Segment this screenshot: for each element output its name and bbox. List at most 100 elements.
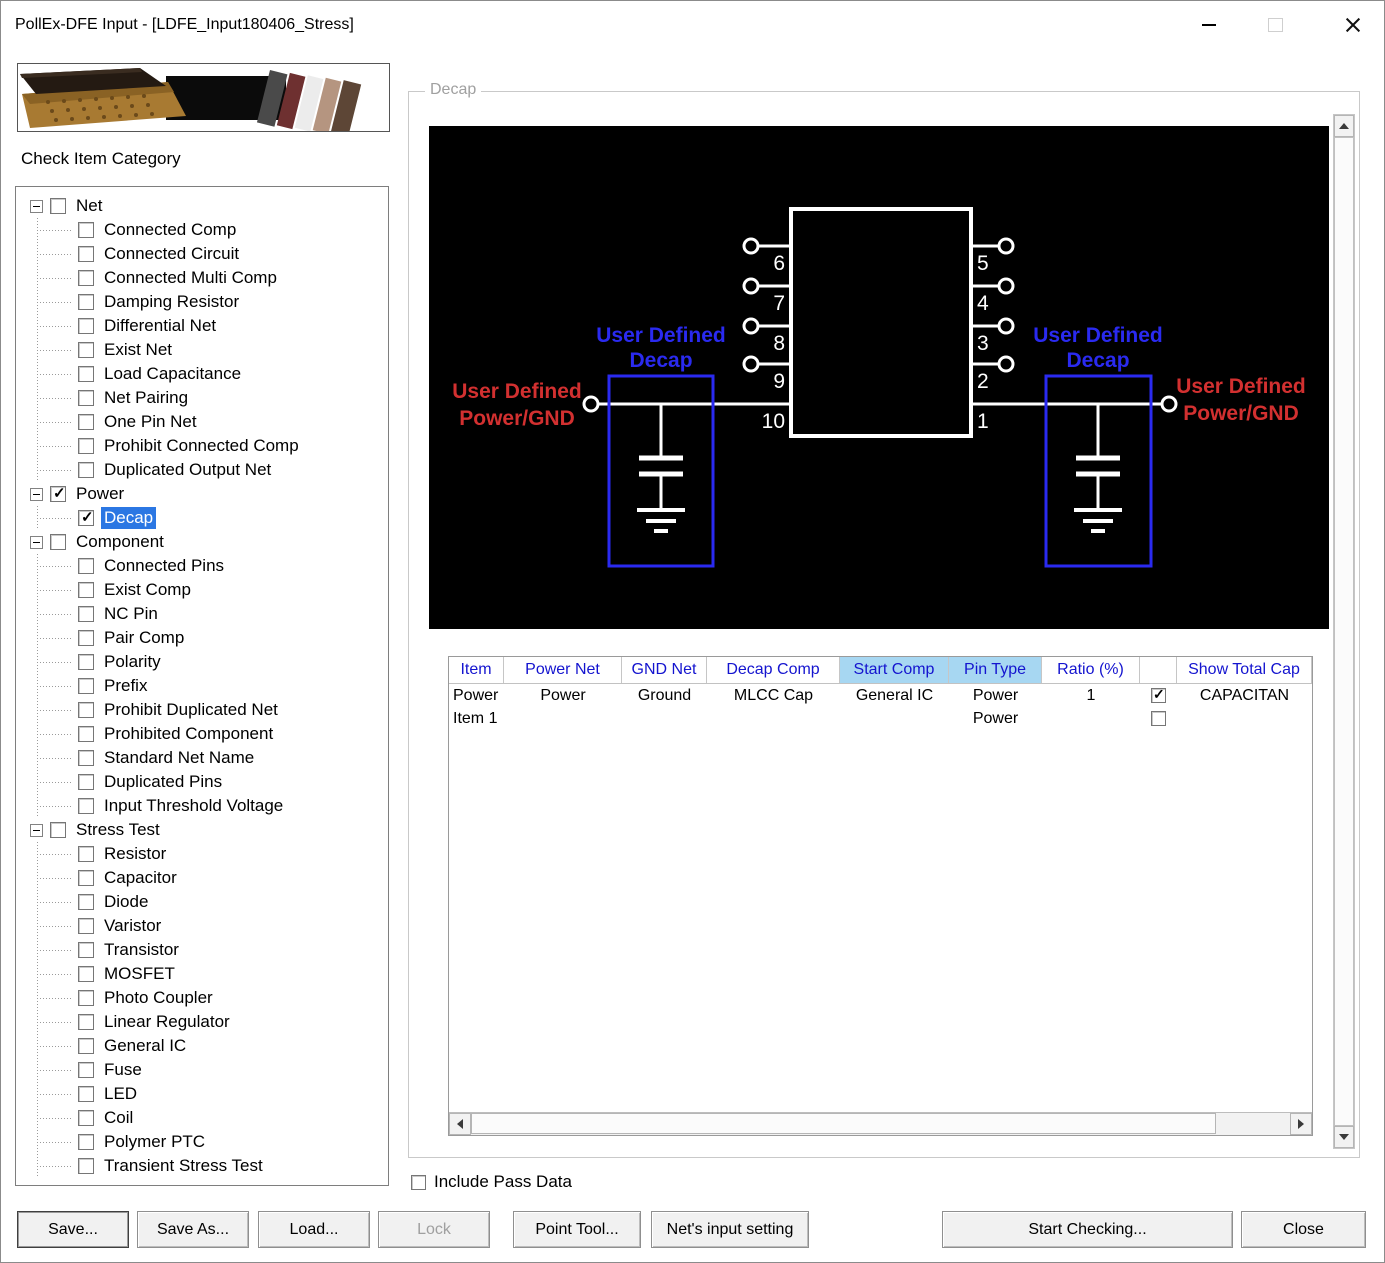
tree-checkbox[interactable]: [78, 1038, 94, 1054]
tree-checkbox[interactable]: [78, 678, 94, 694]
scroll-down-button[interactable]: [1334, 1126, 1354, 1148]
col-header-power-net[interactable]: Power Net: [504, 657, 622, 683]
horizontal-scroll-thumb[interactable]: [471, 1113, 1216, 1134]
tree-checkbox[interactable]: [78, 1134, 94, 1150]
tree-checkbox[interactable]: [78, 366, 94, 382]
tree-checkbox[interactable]: [78, 318, 94, 334]
tree-checkbox[interactable]: [50, 534, 66, 550]
tree-item-polymer-ptc[interactable]: Polymer PTC: [16, 1130, 388, 1154]
tree-checkbox[interactable]: [78, 510, 94, 526]
scroll-up-button[interactable]: [1334, 115, 1354, 137]
tree-item-connected-circuit[interactable]: Connected Circuit: [16, 242, 388, 266]
col-header-show-total-cap[interactable]: Show Total Cap: [1177, 657, 1312, 683]
tree-item-prohibited-component[interactable]: Prohibited Component: [16, 722, 388, 746]
tree-checkbox[interactable]: [78, 390, 94, 406]
tree-item-transistor[interactable]: Transistor: [16, 938, 388, 962]
tree-item-component[interactable]: Component: [16, 530, 388, 554]
tree-item-exist-net[interactable]: Exist Net: [16, 338, 388, 362]
tree-item-prohibit-duplicated-net[interactable]: Prohibit Duplicated Net: [16, 698, 388, 722]
tree-item-input-threshold-voltage[interactable]: Input Threshold Voltage: [16, 794, 388, 818]
tree-item-net-pairing[interactable]: Net Pairing: [16, 386, 388, 410]
row-checkbox[interactable]: [1151, 711, 1166, 726]
tree-checkbox[interactable]: [78, 654, 94, 670]
tree-item-duplicated-pins[interactable]: Duplicated Pins: [16, 770, 388, 794]
point-tool-button[interactable]: Point Tool...: [513, 1211, 641, 1248]
tree-checkbox[interactable]: [78, 606, 94, 622]
tree-checkbox[interactable]: [78, 582, 94, 598]
tree-checkbox[interactable]: [78, 1086, 94, 1102]
tree-expander-icon[interactable]: [30, 824, 43, 837]
tree-item-prefix[interactable]: Prefix: [16, 674, 388, 698]
start-checking-button[interactable]: Start Checking...: [942, 1211, 1233, 1248]
tree-checkbox[interactable]: [78, 414, 94, 430]
tree-checkbox[interactable]: [78, 270, 94, 286]
table-row[interactable]: PowerPowerGroundMLCC CapGeneral ICPower1…: [449, 684, 1312, 707]
maximize-button[interactable]: [1258, 10, 1292, 40]
tree-checkbox[interactable]: [50, 198, 66, 214]
tree-item-stress-test[interactable]: Stress Test: [16, 818, 388, 842]
tree-item-damping-resistor[interactable]: Damping Resistor: [16, 290, 388, 314]
tree-item-fuse[interactable]: Fuse: [16, 1058, 388, 1082]
close-dialog-button[interactable]: Close: [1241, 1211, 1366, 1248]
tree-item-capacitor[interactable]: Capacitor: [16, 866, 388, 890]
tree-checkbox[interactable]: [78, 918, 94, 934]
col-header-decap-comp[interactable]: Decap Comp: [707, 657, 840, 683]
tree-item-general-ic[interactable]: General IC: [16, 1034, 388, 1058]
vertical-scroll-thumb[interactable]: [1334, 137, 1354, 1126]
tree-checkbox[interactable]: [78, 246, 94, 262]
horizontal-scrollbar[interactable]: [449, 1112, 1312, 1135]
col-header-pin-type[interactable]: Pin Type: [949, 657, 1042, 683]
tree-checkbox[interactable]: [78, 702, 94, 718]
nets-input-setting-button[interactable]: Net's input setting: [651, 1211, 809, 1248]
tree-item-nc-pin[interactable]: NC Pin: [16, 602, 388, 626]
table-row[interactable]: Item 1Power: [449, 707, 1312, 730]
tree-item-photo-coupler[interactable]: Photo Coupler: [16, 986, 388, 1010]
col-header-gnd-net[interactable]: GND Net: [622, 657, 707, 683]
tree-item-connected-comp[interactable]: Connected Comp: [16, 218, 388, 242]
tree-item-standard-net-name[interactable]: Standard Net Name: [16, 746, 388, 770]
tree-item-varistor[interactable]: Varistor: [16, 914, 388, 938]
tree-expander-icon[interactable]: [30, 200, 43, 213]
col-header-item[interactable]: Item: [449, 657, 504, 683]
tree-checkbox[interactable]: [78, 870, 94, 886]
tree-item-transient-stress-test[interactable]: Transient Stress Test: [16, 1154, 388, 1178]
tree-item-diode[interactable]: Diode: [16, 890, 388, 914]
table-body[interactable]: PowerPowerGroundMLCC CapGeneral ICPower1…: [449, 684, 1312, 1112]
tree-expander-icon[interactable]: [30, 488, 43, 501]
tree-checkbox[interactable]: [78, 726, 94, 742]
tree-item-linear-regulator[interactable]: Linear Regulator: [16, 1010, 388, 1034]
tree-checkbox[interactable]: [78, 798, 94, 814]
tree-checkbox[interactable]: [78, 846, 94, 862]
check-tree[interactable]: NetConnected CompConnected CircuitConnec…: [15, 186, 389, 1186]
tree-checkbox[interactable]: [78, 438, 94, 454]
col-header-check[interactable]: [1140, 657, 1177, 683]
tree-item-one-pin-net[interactable]: One Pin Net: [16, 410, 388, 434]
tree-checkbox[interactable]: [78, 1158, 94, 1174]
tree-item-prohibit-connected-comp[interactable]: Prohibit Connected Comp: [16, 434, 388, 458]
vertical-scrollbar[interactable]: [1333, 114, 1355, 1149]
row-checkbox[interactable]: [1151, 688, 1166, 703]
tree-item-connected-multi-comp[interactable]: Connected Multi Comp: [16, 266, 388, 290]
tree-item-coil[interactable]: Coil: [16, 1106, 388, 1130]
tree-checkbox[interactable]: [78, 1014, 94, 1030]
tree-checkbox[interactable]: [78, 966, 94, 982]
tree-item-pair-comp[interactable]: Pair Comp: [16, 626, 388, 650]
tree-checkbox[interactable]: [78, 942, 94, 958]
tree-item-duplicated-output-net[interactable]: Duplicated Output Net: [16, 458, 388, 482]
tree-item-load-capacitance[interactable]: Load Capacitance: [16, 362, 388, 386]
tree-checkbox[interactable]: [50, 486, 66, 502]
tree-checkbox[interactable]: [78, 630, 94, 646]
tree-checkbox[interactable]: [78, 342, 94, 358]
tree-item-net[interactable]: Net: [16, 194, 388, 218]
tree-item-mosfet[interactable]: MOSFET: [16, 962, 388, 986]
tree-item-decap[interactable]: Decap: [16, 506, 388, 530]
tree-item-led[interactable]: LED: [16, 1082, 388, 1106]
tree-item-connected-pins[interactable]: Connected Pins: [16, 554, 388, 578]
tree-item-exist-comp[interactable]: Exist Comp: [16, 578, 388, 602]
scroll-left-button[interactable]: [449, 1113, 471, 1135]
tree-item-polarity[interactable]: Polarity: [16, 650, 388, 674]
tree-checkbox[interactable]: [78, 294, 94, 310]
tree-checkbox[interactable]: [78, 1110, 94, 1126]
col-header-start-comp[interactable]: Start Comp: [840, 657, 949, 683]
col-header-ratio[interactable]: Ratio (%): [1042, 657, 1140, 683]
